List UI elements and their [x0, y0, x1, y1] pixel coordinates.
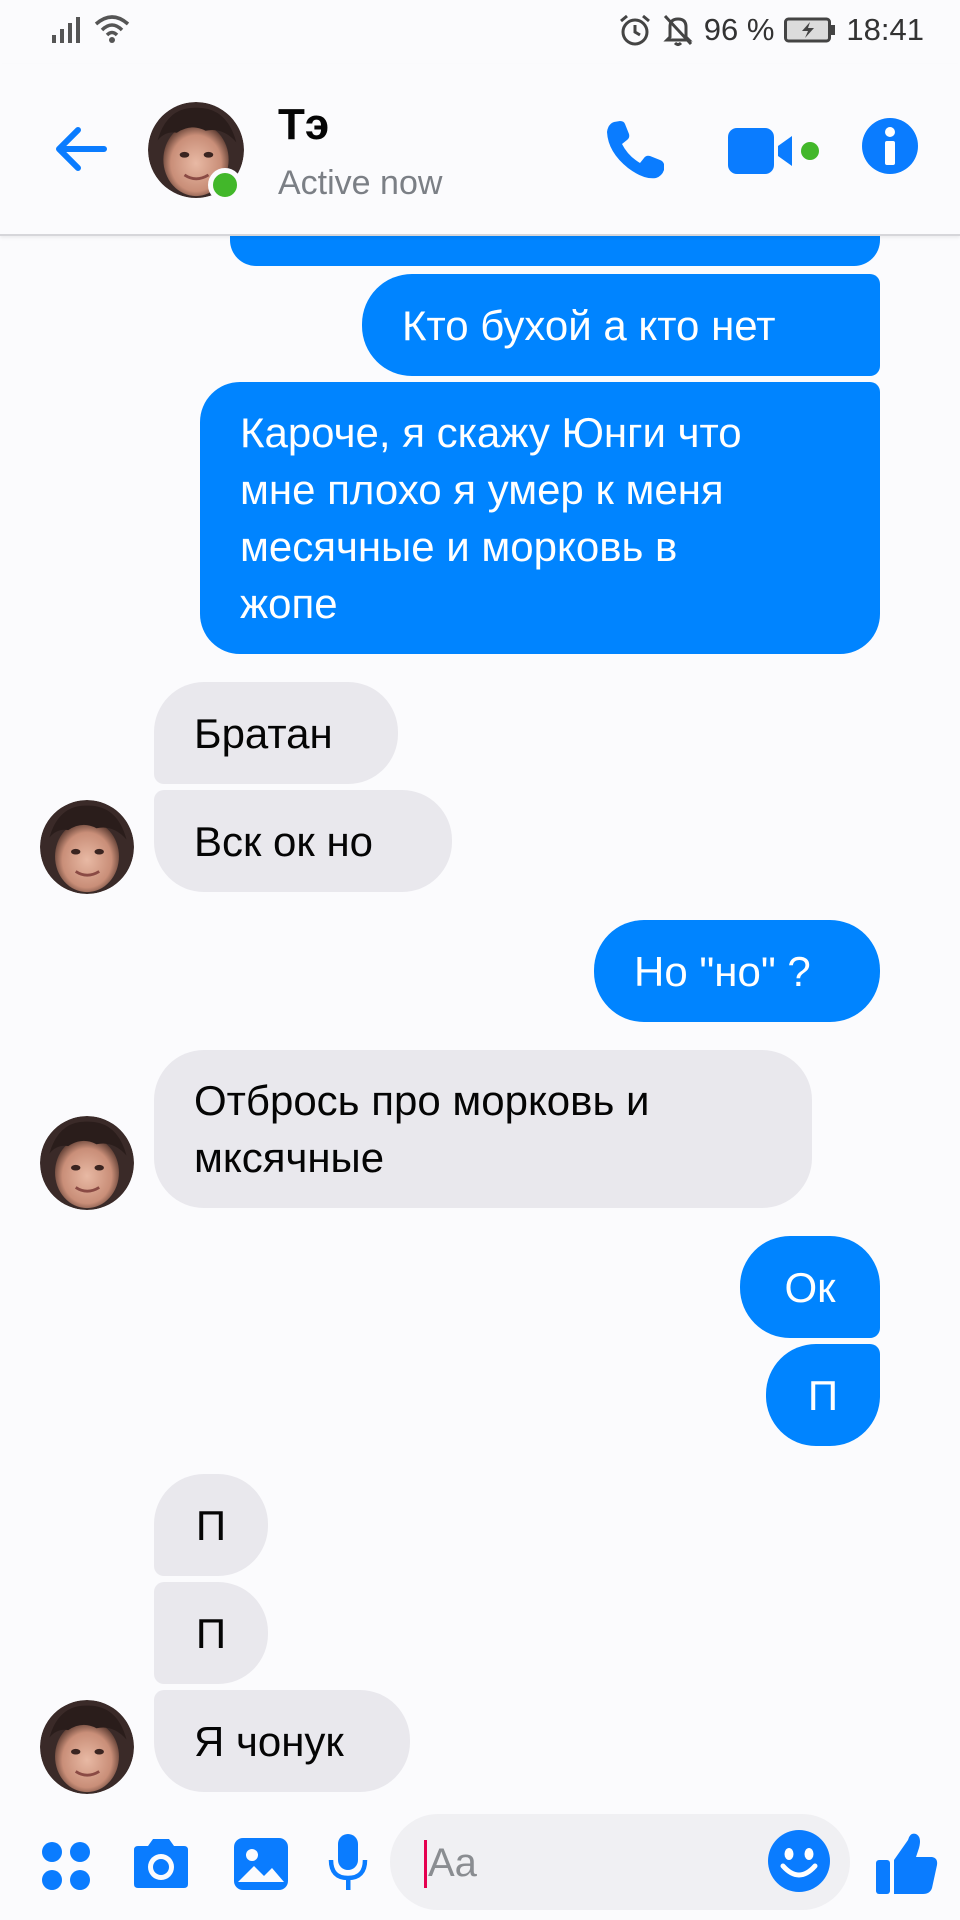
status-right: 96 % 18:41: [618, 12, 924, 48]
message-text: Я чонук: [194, 1717, 344, 1765]
status-time: 18:41: [846, 12, 924, 47]
back-arrow-icon[interactable]: [50, 118, 112, 180]
alarm-icon: [619, 14, 650, 46]
thumbs-up-icon[interactable]: [874, 1830, 940, 1898]
message-line: мне плохо я умер к меня: [240, 466, 724, 513]
sender-avatar[interactable]: [40, 1700, 134, 1794]
message-text: Вск ок но: [194, 817, 374, 865]
status-left: [52, 14, 130, 44]
message-line: месячные и морковь в: [240, 523, 678, 570]
message-bubble-outgoing[interactable]: Ок: [740, 1236, 880, 1338]
message-composer: [0, 1808, 960, 1920]
message-line: Кароче, я скажу Юнги что: [240, 409, 742, 456]
message-text: П: [807, 1371, 839, 1419]
message-text: Ок: [784, 1263, 836, 1311]
video-icon[interactable]: [726, 122, 826, 182]
message-bubble-incoming[interactable]: Я чонук: [154, 1690, 410, 1792]
message-list[interactable]: Кто бухой а кто нет Кароче, я скажу Юнги…: [0, 236, 960, 1808]
message-text: Кто бухой а кто нет: [402, 301, 776, 349]
message-bubble-outgoing[interactable]: Кароче, я скажу Юнги что мне плохо я уме…: [200, 382, 880, 654]
message-bubble-incoming[interactable]: Братан: [154, 682, 398, 784]
online-indicator: [208, 168, 242, 202]
message-bubble-outgoing[interactable]: Но "но" ?: [594, 920, 880, 1022]
message-bubble-outgoing[interactable]: Кто бухой а кто нет: [362, 274, 880, 376]
message-bubble-incoming[interactable]: Вск ок но: [154, 790, 452, 892]
camera-icon[interactable]: [130, 1836, 192, 1892]
contact-status: Active now: [278, 164, 443, 202]
message-text: П: [195, 1609, 227, 1657]
message-bubble-incoming[interactable]: П: [154, 1474, 268, 1576]
message-line: жопе: [240, 580, 338, 627]
battery-percent: 96 %: [703, 12, 775, 47]
apps-icon[interactable]: [40, 1840, 92, 1892]
contact-name[interactable]: Тэ: [278, 100, 329, 150]
sender-avatar[interactable]: [40, 1116, 134, 1210]
message-text: П: [195, 1501, 227, 1549]
wifi-icon: [94, 15, 130, 43]
message-line: мксячные: [194, 1134, 385, 1181]
message-input[interactable]: [428, 1834, 758, 1892]
mute-icon: [663, 14, 693, 46]
sender-avatar[interactable]: [40, 800, 134, 894]
message-text: Но "но" ?: [634, 947, 811, 995]
message-bubble-incoming[interactable]: П: [154, 1582, 268, 1684]
battery-icon: [784, 17, 836, 43]
microphone-icon[interactable]: [326, 1832, 370, 1894]
info-icon[interactable]: [860, 116, 920, 176]
gallery-icon[interactable]: [232, 1836, 290, 1892]
message-bubble-outgoing[interactable]: [230, 236, 880, 266]
message-text: Братан: [194, 709, 333, 757]
message-bubble-incoming[interactable]: Отбрось про морковь и мксячные: [154, 1050, 812, 1208]
emoji-icon[interactable]: [766, 1828, 832, 1894]
status-bar: 96 % 18:41: [0, 0, 960, 64]
conversation-header: Тэ Active now: [0, 64, 960, 236]
message-bubble-outgoing[interactable]: П: [766, 1344, 880, 1446]
phone-icon[interactable]: [600, 116, 670, 186]
signal-icon: [52, 17, 80, 43]
message-input-container[interactable]: [390, 1814, 850, 1910]
text-cursor: [424, 1840, 427, 1888]
message-line: Отбрось про морковь и: [194, 1077, 650, 1124]
